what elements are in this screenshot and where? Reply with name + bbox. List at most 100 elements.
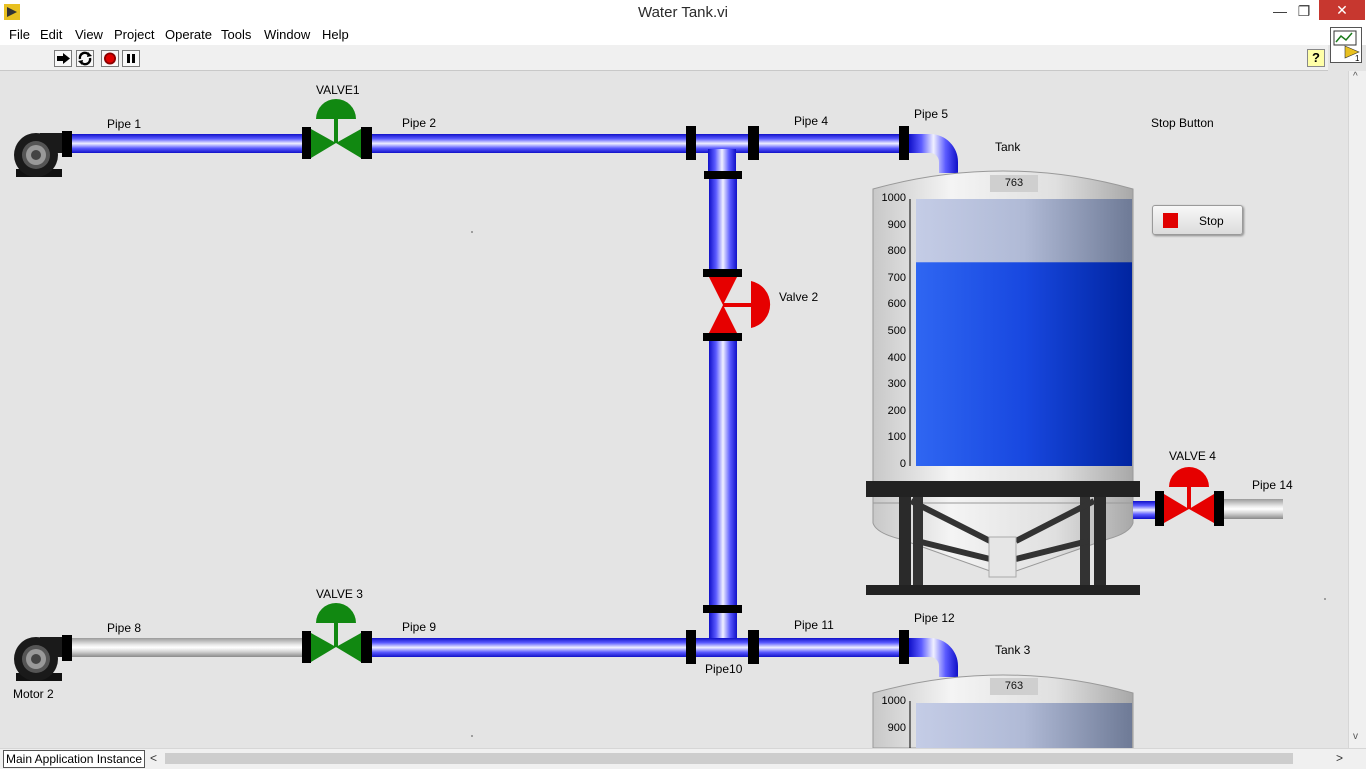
- pipe-11: [759, 638, 899, 657]
- tank-3-label: Tank 3: [995, 643, 1031, 657]
- pipe-vertical-upper: [709, 179, 737, 269]
- scale-tick: 0: [899, 458, 906, 470]
- window-title: Water Tank.vi: [637, 4, 729, 21]
- scale-tick: 500: [887, 325, 906, 337]
- menu-edit[interactable]: Edit: [40, 27, 62, 42]
- horizontal-scrollbar[interactable]: [165, 753, 1293, 764]
- run-button[interactable]: [54, 50, 72, 67]
- vi-icon-number: 1: [1355, 54, 1360, 62]
- pipe-9: [372, 638, 688, 657]
- pipe-5-label: Pipe 5: [914, 107, 949, 121]
- stop-led-icon: [1163, 213, 1178, 228]
- menu-view[interactable]: View: [75, 27, 103, 42]
- pause-icon: [127, 54, 135, 63]
- scale-tick: 800: [887, 245, 906, 257]
- menu-bar: File Edit View Project Operate Tools Win…: [0, 24, 1366, 45]
- menu-window[interactable]: Window: [264, 27, 310, 42]
- pipe-9-label: Pipe 9: [402, 620, 437, 634]
- pipe-1: [72, 134, 302, 153]
- scale-tick: 900: [887, 219, 906, 231]
- pipe-flange: [899, 126, 909, 160]
- toolbar: [0, 45, 1328, 71]
- pipe-2-label: Pipe 2: [402, 116, 437, 130]
- menu-tools[interactable]: Tools: [221, 27, 251, 42]
- pipe-flange: [704, 171, 742, 179]
- pipe-11-label: Pipe 11: [794, 618, 834, 632]
- tee-bottom-branch: [709, 613, 737, 641]
- close-button[interactable]: ✕: [1319, 0, 1365, 20]
- scale-tick: 100: [887, 431, 906, 443]
- title-bar: Water Tank.vi — ❐ ✕: [0, 0, 1366, 24]
- scale-tick: 1000: [881, 192, 906, 204]
- menu-project[interactable]: Project: [114, 27, 154, 42]
- abort-button[interactable]: [101, 50, 119, 67]
- process-diagram: [14, 99, 1326, 748]
- pipe-12-label: Pipe 12: [914, 611, 955, 625]
- valve-1-label: VALVE1: [316, 83, 360, 97]
- scale-tick: 700: [887, 272, 906, 284]
- restore-button[interactable]: ❐: [1290, 0, 1318, 22]
- valve-3-icon[interactable]: [302, 603, 372, 663]
- tank-3-digital-display[interactable]: 763: [990, 678, 1038, 695]
- pipe-flange: [703, 269, 742, 277]
- pipe-4: [759, 134, 899, 153]
- pipe-10: [696, 638, 748, 657]
- menu-help[interactable]: Help: [322, 27, 349, 42]
- pipe-1-label: Pipe 1: [107, 117, 142, 131]
- status-bar: Main Application Instance < >: [0, 748, 1366, 769]
- tee-top-branch: [708, 149, 736, 173]
- pause-button[interactable]: [122, 50, 140, 67]
- vi-icon[interactable]: 1: [1330, 27, 1362, 63]
- pipe-flange: [748, 126, 759, 160]
- pipe-5: [909, 134, 958, 173]
- pump-1-icon: [14, 131, 72, 177]
- menu-file[interactable]: File: [9, 27, 30, 42]
- tank-1: [866, 170, 1140, 595]
- tank-1-digital-display[interactable]: 763: [990, 175, 1038, 192]
- pipe-flange: [703, 333, 742, 341]
- scale-tick: 1000: [881, 695, 906, 707]
- tank-1-stand-top: [866, 481, 1140, 497]
- scale-tick: 600: [887, 298, 906, 310]
- run-continuously-icon: [78, 51, 92, 66]
- scale-tick: 400: [887, 352, 906, 364]
- pipe-flange: [899, 630, 909, 664]
- pipe-flange: [748, 630, 759, 664]
- tank-1-stand-base: [866, 585, 1140, 595]
- tank-3-glass: [916, 703, 1132, 748]
- valve-2-label: Valve 2: [779, 290, 819, 304]
- stop-button[interactable]: Stop: [1152, 205, 1243, 235]
- valve-4-icon[interactable]: [1155, 467, 1224, 526]
- valve-2-icon[interactable]: [709, 277, 771, 333]
- pipe-vertical-lower: [709, 341, 737, 605]
- pipe-12: [909, 638, 958, 677]
- scroll-left-arrow-icon[interactable]: <: [150, 751, 157, 765]
- scale-tick: 200: [887, 405, 906, 417]
- scroll-down-arrow-icon[interactable]: v: [1353, 731, 1358, 742]
- scroll-right-arrow-icon[interactable]: >: [1336, 751, 1343, 765]
- run-continuously-button[interactable]: [76, 50, 94, 67]
- valve-1-icon[interactable]: [302, 99, 372, 159]
- vi-connector-icon: 1: [1333, 30, 1360, 63]
- application-instance: Main Application Instance: [3, 750, 146, 768]
- run-arrow-icon: [57, 53, 70, 64]
- pipe-4-label: Pipe 4: [794, 114, 829, 128]
- scale-tick: 300: [887, 378, 906, 390]
- pipe-13: [1133, 501, 1155, 519]
- pipe-10-label: Pipe10: [705, 662, 743, 676]
- menu-operate[interactable]: Operate: [165, 27, 212, 42]
- vertical-scrollbar[interactable]: ^ v: [1348, 71, 1366, 748]
- abort-icon: [104, 52, 116, 65]
- valve-4-label: VALVE 4: [1169, 449, 1216, 463]
- pipe-flange: [703, 605, 742, 613]
- valve-3-label: VALVE 3: [316, 587, 363, 601]
- tank-label: Tank: [995, 140, 1021, 154]
- scale-tick: 900: [887, 722, 906, 734]
- pipe-8-label: Pipe 8: [107, 621, 142, 635]
- context-help-button[interactable]: ?: [1307, 49, 1325, 67]
- scroll-up-arrow-icon[interactable]: ^: [1353, 71, 1358, 82]
- tank-1-water-level: [916, 262, 1132, 466]
- stop-button-text: Stop: [1199, 214, 1224, 228]
- pipe-14-label: Pipe 14: [1252, 478, 1293, 492]
- motor-2-icon: [14, 635, 72, 681]
